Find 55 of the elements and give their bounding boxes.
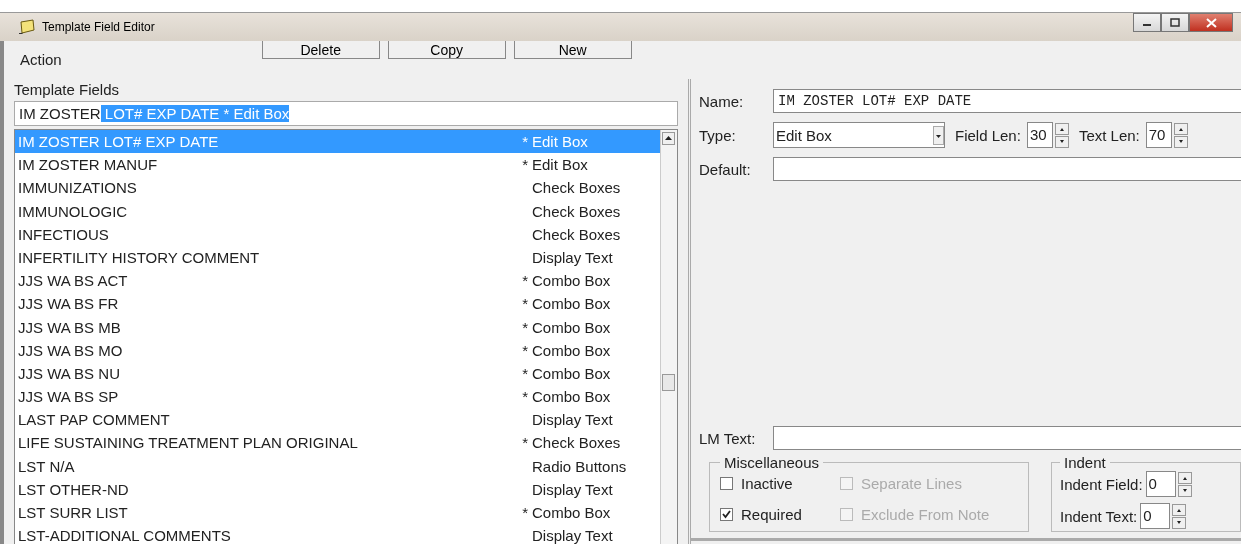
minimize-button[interactable] bbox=[1133, 13, 1161, 32]
list-row[interactable]: JJS WA BS MO * Combo Box bbox=[15, 338, 660, 362]
list-row[interactable]: JJS WA BS ACT * Combo Box bbox=[15, 269, 660, 293]
field-label: Default: bbox=[699, 160, 752, 178]
list-row[interactable]: INFECTIOUS Check Boxes bbox=[15, 222, 660, 246]
spinner-arrows-icon[interactable] bbox=[1177, 471, 1192, 497]
list-row[interactable]: INFERTILITY HISTORY COMMENT Display Text bbox=[15, 245, 660, 270]
scrollbar[interactable] bbox=[660, 130, 677, 544]
list-row[interactable]: LST-ADDITIONAL COMMENTS Display Text bbox=[15, 524, 660, 544]
window-title: Template Field Editor bbox=[42, 20, 155, 34]
notepad-icon bbox=[18, 19, 36, 35]
dropdown-caret-icon bbox=[933, 125, 944, 145]
list-row[interactable]: LST OTHER-ND Display Text bbox=[15, 477, 660, 501]
list-row[interactable]: IM ZOSTER MANUF * Edit Box bbox=[15, 153, 660, 177]
scroll-up-icon[interactable] bbox=[662, 132, 675, 145]
list-row[interactable]: IMMUNOLOGIC Check Boxes bbox=[15, 199, 660, 223]
type-dropdown[interactable]: Edit Box bbox=[773, 122, 945, 148]
checkmark-icon bbox=[721, 509, 732, 520]
field-label: Text Len: bbox=[1078, 126, 1140, 144]
field-label: LM Text: bbox=[699, 429, 757, 447]
spinner-arrows-icon[interactable] bbox=[1172, 503, 1187, 529]
close-icon bbox=[1205, 17, 1217, 28]
list-row[interactable]: LST N/A Radio Buttons bbox=[15, 454, 660, 478]
list-row[interactable]: JJS WA BS FR * Combo Box bbox=[15, 292, 660, 316]
checkbox[interactable]: Inactive bbox=[720, 475, 840, 492]
action-button[interactable]: Copy bbox=[387, 41, 506, 59]
action-button[interactable]: Delete bbox=[261, 41, 380, 59]
field-label: Name: bbox=[699, 92, 745, 110]
lm-text-field[interactable] bbox=[773, 426, 1241, 450]
default-field[interactable] bbox=[773, 157, 1241, 181]
maximize-button[interactable] bbox=[1161, 13, 1189, 32]
spinner-arrows-icon[interactable] bbox=[1173, 122, 1188, 148]
scroll-thumb[interactable] bbox=[662, 374, 675, 391]
list-row[interactable]: JJS WA BS SP * Combo Box bbox=[15, 385, 660, 409]
action-menu[interactable]: Action bbox=[20, 51, 62, 68]
checkbox[interactable]: Required bbox=[720, 506, 840, 523]
field-label: Field Len: bbox=[955, 126, 1021, 144]
field-label: Indent Text: bbox=[1060, 507, 1138, 525]
close-button[interactable] bbox=[1189, 13, 1233, 32]
spinner-arrows-icon[interactable] bbox=[1054, 122, 1069, 148]
list-row[interactable]: JJS WA BS NU * Combo Box bbox=[15, 361, 660, 386]
list-row[interactable]: JJS WA BS MB * Combo Box bbox=[15, 315, 660, 339]
search-field[interactable]: IM ZOSTER LOT# EXP DATE * Edit Box bbox=[14, 101, 678, 126]
group-title: Miscellaneous bbox=[723, 454, 821, 471]
field-label: Type: bbox=[699, 126, 737, 144]
list-row[interactable]: LIFE SUSTAINING TREATMENT PLAN ORIGINAL * Check Boxes bbox=[15, 431, 660, 455]
field-label: Indent Field: bbox=[1060, 475, 1143, 493]
list-row[interactable]: LAST PAP COMMENT Display Text bbox=[15, 408, 660, 432]
list-row[interactable]: LST SURR LIST * Combo Box bbox=[15, 501, 660, 525]
maximize-icon bbox=[1170, 18, 1180, 27]
name-field[interactable]: IM ZOSTER LOT# EXP DATE bbox=[773, 89, 1241, 113]
group-title: Indent bbox=[1063, 454, 1107, 471]
section-label: Template Fields bbox=[14, 80, 121, 99]
action-button[interactable]: New bbox=[513, 41, 632, 59]
list-row[interactable]: IMMUNIZATIONS Check Boxes bbox=[15, 176, 660, 200]
